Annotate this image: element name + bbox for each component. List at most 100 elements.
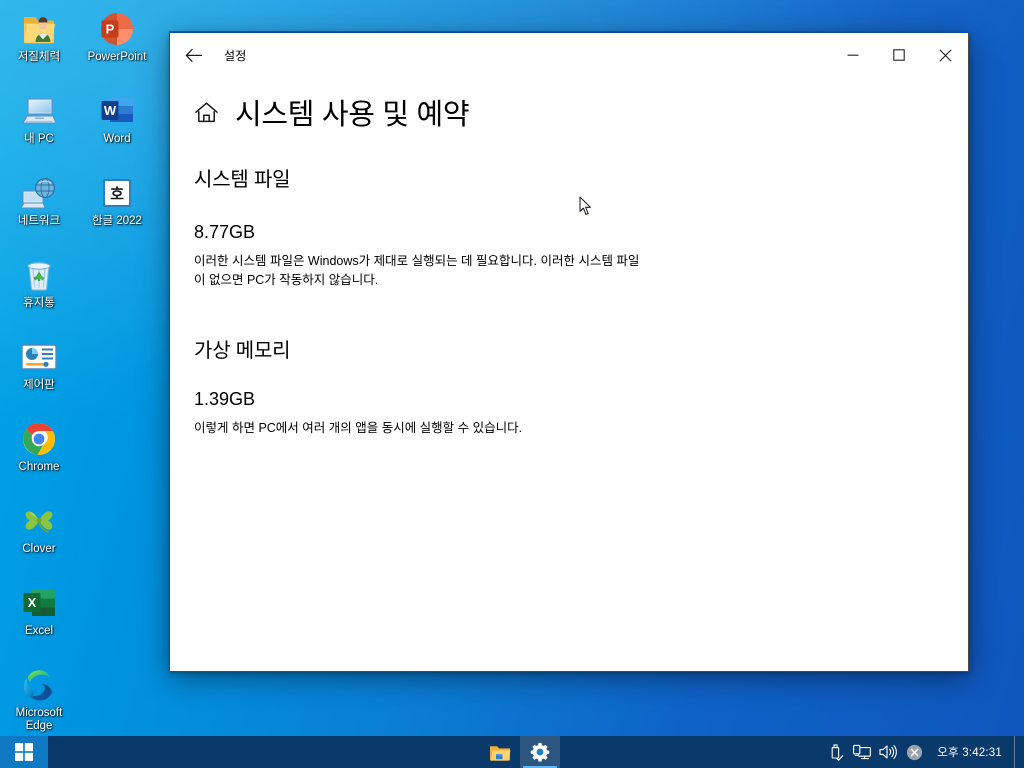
- system-tray: 오후 3:42:31: [823, 736, 1024, 768]
- desktop-icon-grid: 저질체력 P PowerPoint 내 PC W Word 네트워크 호 한글 …: [0, 4, 160, 742]
- file-explorer-icon: [490, 745, 511, 761]
- system-files-description: 이러한 시스템 파일은 Windows가 제대로 실행되는 데 필요합니다. 이…: [194, 254, 640, 287]
- desktop-icon-label: Word: [103, 133, 131, 145]
- tray-action-center-error[interactable]: [901, 736, 927, 768]
- desktop-icon-word[interactable]: W Word: [78, 86, 156, 168]
- control-panel-icon: [20, 338, 58, 376]
- tray-safely-remove-hardware[interactable]: [823, 736, 849, 768]
- powerpoint-icon: P: [98, 10, 136, 48]
- desktop-icon-row: 내 PC W Word: [0, 86, 160, 168]
- gear-icon: [530, 742, 550, 762]
- system-files-section: 시스템 파일 8.77GB 이러한 시스템 파일은 Windows가 제대로 실…: [194, 163, 938, 290]
- svg-text:W: W: [104, 103, 117, 118]
- desktop-icon-spacer: [78, 660, 156, 742]
- desktop-icon-excel[interactable]: X Excel: [0, 578, 78, 660]
- desktop-icon-label: 한글 2022: [92, 215, 142, 227]
- desktop-icon-row: 저질체력 P PowerPoint: [0, 4, 160, 86]
- network-monitor-icon: [853, 744, 872, 760]
- desktop-icon-user-folder[interactable]: 저질체력: [0, 4, 78, 86]
- start-button[interactable]: [0, 736, 48, 768]
- desktop[interactable]: 저질체력 P PowerPoint 내 PC W Word 네트워크 호 한글 …: [0, 0, 1024, 768]
- taskbar[interactable]: 오후 3:42:31: [0, 736, 1024, 768]
- app-title: 설정: [224, 48, 247, 63]
- desktop-icon-label: Excel: [24, 625, 54, 637]
- desktop-icon-hangul[interactable]: 호 한글 2022: [78, 168, 156, 250]
- desktop-icon-row: Microsoft Edge: [0, 660, 160, 742]
- desktop-icon-recycle-bin[interactable]: 휴지통: [0, 250, 78, 332]
- svg-text:호: 호: [110, 186, 124, 203]
- desktop-icon-chrome[interactable]: Chrome: [0, 414, 78, 496]
- excel-icon: X: [20, 584, 58, 622]
- desktop-icon-spacer: [78, 496, 156, 578]
- virtual-memory-section: 가상 메모리 1.39GB 이렇게 하면 PC에서 여러 개의 앱을 동시에 실…: [194, 334, 938, 438]
- desktop-icon-spacer: [78, 250, 156, 332]
- desktop-icon-row: 휴지통: [0, 250, 160, 332]
- desktop-icon-row: X Excel: [0, 578, 160, 660]
- usb-eject-icon: [831, 743, 843, 761]
- windows-logo-icon: [15, 743, 33, 761]
- speaker-icon: [879, 745, 898, 759]
- back-button[interactable]: [170, 33, 216, 77]
- section-heading: 시스템 파일: [194, 169, 291, 191]
- network-icon: [20, 174, 58, 212]
- settings-content: 시스템 사용 및 예약 시스템 파일 8.77GB 이러한 시스템 파일은 Wi…: [170, 77, 968, 671]
- circle-x-icon: [906, 744, 922, 760]
- hangul-icon: 호: [98, 174, 136, 212]
- desktop-icon-edge[interactable]: Microsoft Edge: [0, 660, 78, 742]
- desktop-icon-label: Chrome: [18, 461, 60, 473]
- word-icon: W: [98, 92, 136, 130]
- maximize-icon: [893, 49, 905, 61]
- clover-icon: [20, 502, 58, 540]
- desktop-icon-clover[interactable]: Clover: [0, 496, 78, 578]
- desktop-icon-control-panel[interactable]: 제어판: [0, 332, 78, 414]
- desktop-icon-label: 내 PC: [24, 133, 54, 145]
- desktop-icon-this-pc[interactable]: 내 PC: [0, 86, 78, 168]
- desktop-icon-label: PowerPoint: [87, 51, 147, 63]
- taskbar-empty-area[interactable]: [48, 736, 480, 768]
- desktop-icon-spacer: [78, 332, 156, 414]
- virtual-memory-description: 이렇게 하면 PC에서 여러 개의 앱을 동시에 실행할 수 있습니다.: [194, 421, 523, 435]
- taskbar-clock[interactable]: 오후 3:42:31: [927, 736, 1014, 768]
- maximize-button[interactable]: [876, 33, 922, 77]
- this-pc-icon: [20, 92, 58, 130]
- desktop-icon-spacer: [78, 578, 156, 660]
- taskbar-button-settings[interactable]: [520, 736, 560, 768]
- title-bar-drag-area[interactable]: [246, 33, 830, 77]
- svg-text:X: X: [28, 595, 37, 610]
- desktop-icon-spacer: [78, 414, 156, 496]
- show-desktop-button[interactable]: [1014, 736, 1022, 768]
- tray-network[interactable]: [849, 736, 875, 768]
- back-arrow-icon: [185, 48, 202, 62]
- desktop-icon-label: Microsoft Edge: [15, 707, 63, 732]
- user-folder-icon: [20, 10, 58, 48]
- close-icon: [939, 49, 951, 61]
- desktop-icon-label: 휴지통: [23, 297, 55, 309]
- svg-text:P: P: [106, 22, 115, 37]
- desktop-icon-label: 저질체력: [17, 51, 61, 63]
- desktop-icon-row: Chrome: [0, 414, 160, 496]
- tray-volume[interactable]: [875, 736, 901, 768]
- edge-icon: [20, 666, 58, 704]
- desktop-icon-label: 네트워크: [17, 215, 61, 227]
- home-icon[interactable]: [194, 101, 219, 124]
- system-files-size: 8.77GB: [194, 222, 256, 242]
- desktop-icon-row: 네트워크 호 한글 2022: [0, 168, 160, 250]
- title-bar[interactable]: 설정: [170, 33, 968, 77]
- taskbar-empty-area-right[interactable]: [560, 736, 823, 768]
- recycle-bin-icon: [20, 256, 58, 294]
- taskbar-button-file-explorer[interactable]: [480, 736, 520, 768]
- desktop-icon-row: 제어판: [0, 332, 160, 414]
- desktop-icon-powerpoint[interactable]: P PowerPoint: [78, 4, 156, 86]
- page-header: 시스템 사용 및 예약: [194, 91, 938, 133]
- chrome-icon: [20, 420, 58, 458]
- section-heading: 가상 메모리: [194, 340, 291, 362]
- minimize-icon: [847, 54, 859, 56]
- close-button[interactable]: [922, 33, 968, 77]
- desktop-icon-network[interactable]: 네트워크: [0, 168, 78, 250]
- virtual-memory-size: 1.39GB: [194, 389, 256, 409]
- page-title: 시스템 사용 및 예약: [235, 99, 470, 131]
- desktop-icon-row: Clover: [0, 496, 160, 578]
- settings-window[interactable]: 설정 시스템 사용 및 예약 시스템 파일 8.77GB 이러한 시스템 파일은…: [169, 33, 969, 672]
- desktop-icon-label: 제어판: [23, 379, 55, 391]
- minimize-button[interactable]: [830, 33, 876, 77]
